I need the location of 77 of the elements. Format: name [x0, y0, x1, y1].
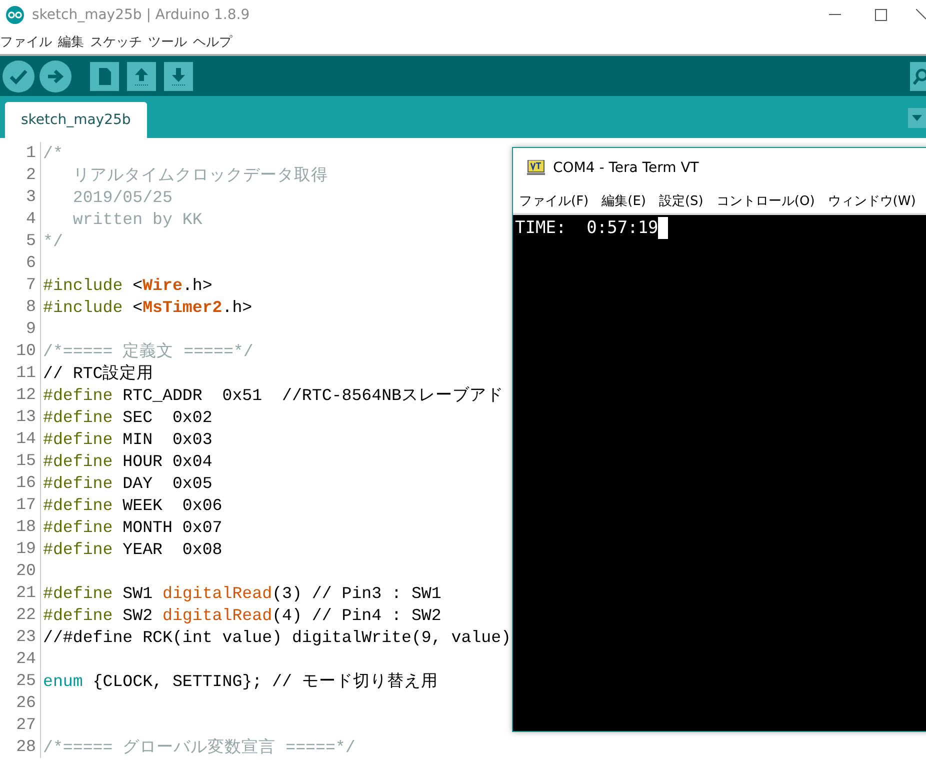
terminal-app-icon	[527, 160, 545, 176]
terminal-output: TIME: 0:57:19	[515, 217, 658, 239]
save-button[interactable]	[162, 60, 195, 92]
serial-monitor-button[interactable]	[910, 60, 926, 92]
line-number: 21	[0, 582, 41, 604]
code-line: #define RTC_ADDR 0x51 //RTC-8564NBスレーブアド	[42, 385, 504, 406]
line-number: 22	[0, 604, 41, 626]
line-number: 25	[0, 670, 41, 692]
terminal-title: COM4 - Tera Term VT	[553, 160, 699, 176]
menu-item[interactable]: ファイル(F)	[519, 192, 589, 210]
code-line: #define MIN 0x03	[42, 430, 212, 448]
app-logo-icon	[6, 6, 24, 24]
line-number: 17	[0, 494, 41, 516]
minimize-icon[interactable]	[829, 14, 841, 16]
sketch-tab[interactable]: sketch_may25b	[5, 102, 147, 138]
line-number: 1	[0, 142, 41, 164]
code-line: //#define RCK(int value) digitalWrite(9, value)	[42, 628, 512, 646]
line-number: 18	[0, 516, 41, 538]
line-number: 8	[0, 296, 41, 318]
menu-item[interactable]: 設定(S)	[658, 192, 704, 210]
upload-button[interactable]	[39, 60, 72, 92]
line-number: 20	[0, 560, 41, 582]
line-number: 24	[0, 648, 41, 670]
code-line: #define DAY 0x05	[42, 474, 212, 492]
line-number: 26	[0, 692, 41, 714]
menu-item[interactable]: スケッチ	[90, 33, 142, 51]
line-number: 16	[0, 472, 41, 494]
menu-item[interactable]: 編集	[58, 33, 84, 51]
line-number: 14	[0, 428, 41, 450]
window-title: sketch_may25b | Arduino 1.8.9	[32, 7, 250, 23]
line-number: 3	[0, 186, 41, 208]
line-number: 19	[0, 538, 41, 560]
line-number: 10	[0, 340, 41, 362]
line-number: 7	[0, 274, 41, 296]
menu-item[interactable]: ウィンドウ(W)	[828, 192, 916, 210]
line-number: 12	[0, 384, 41, 406]
line-number: 9	[0, 318, 41, 340]
tab-menu-button[interactable]	[908, 108, 926, 128]
code-line: /*	[42, 144, 63, 162]
code-line: リアルタイムクロックデータ取得	[72, 165, 328, 186]
line-number: 2	[0, 164, 41, 186]
code-line: #define SW2 digitalRead(4) // Pin4 : SW2	[42, 606, 442, 624]
code-line: written by KK	[72, 210, 202, 228]
line-number: 13	[0, 406, 41, 428]
code-line: /*===== 定義文 =====*/	[42, 341, 254, 362]
line-number: 6	[0, 252, 41, 274]
close-icon[interactable]	[916, 9, 926, 21]
new-file-button[interactable]	[88, 60, 121, 92]
line-number: 27	[0, 714, 41, 736]
line-number: 11	[0, 362, 41, 384]
code-line: #include <MsTimer2.h>	[42, 298, 252, 316]
line-number: 5	[0, 230, 41, 252]
code-line: */	[42, 232, 63, 250]
code-line: #define SEC 0x02	[42, 408, 212, 426]
verify-button[interactable]	[2, 60, 35, 92]
menu-item[interactable]: ファイル	[0, 33, 52, 51]
text-cursor	[658, 217, 668, 239]
open-button[interactable]	[125, 60, 158, 92]
menu-item[interactable]: 編集(E)	[602, 192, 646, 210]
code-line: /*===== グローバル変数宣言 =====*/	[42, 737, 356, 758]
menu-item[interactable]: コントロール(O)	[716, 192, 815, 210]
maximize-icon[interactable]	[875, 9, 887, 21]
line-number: 28	[0, 736, 41, 758]
code-line: // RTC設定用	[42, 363, 154, 384]
code-line: #define HOUR 0x04	[42, 452, 212, 470]
code-line: #include <Wire.h>	[42, 276, 212, 294]
code-line: 2019/05/25	[72, 188, 172, 206]
code-line: #define SW1 digitalRead(3) // Pin3 : SW1	[42, 584, 442, 602]
code-line: #define YEAR 0x08	[42, 540, 222, 558]
line-number: 23	[0, 626, 41, 648]
code-line: #define MONTH 0x07	[42, 518, 222, 536]
code-line: enum {CLOCK, SETTING}; // モード切り替え用	[42, 671, 438, 692]
menu-item[interactable]: ツール	[148, 33, 187, 51]
line-number: 15	[0, 450, 41, 472]
menu-item[interactable]: ヘルプ	[193, 33, 232, 51]
code-line: #define WEEK 0x06	[42, 496, 222, 514]
line-number: 4	[0, 208, 41, 230]
